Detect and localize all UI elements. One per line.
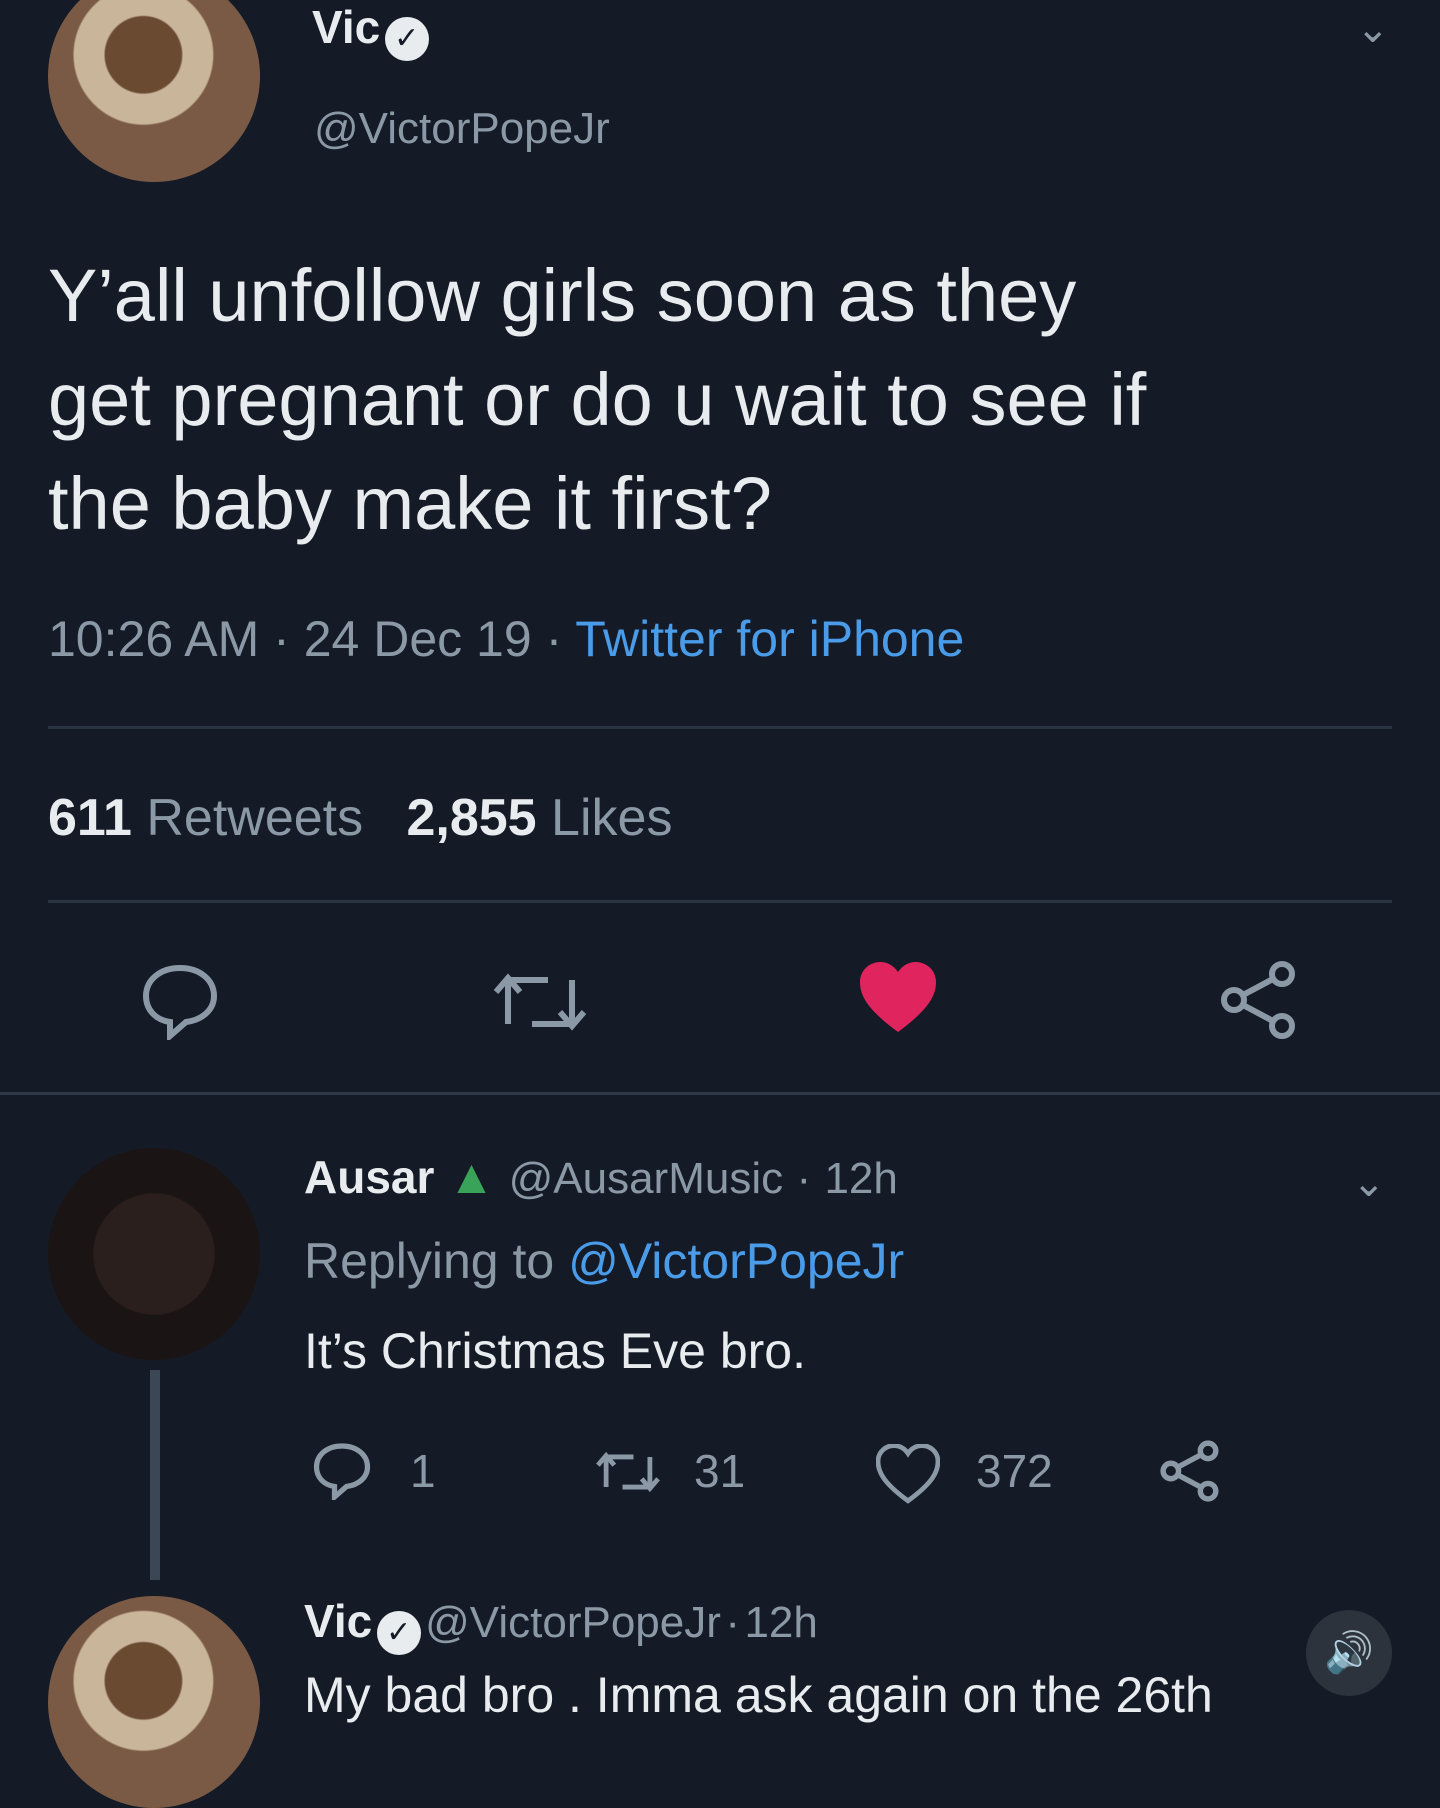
replying-to-label: Replying to bbox=[304, 1233, 555, 1289]
thread-line bbox=[150, 1370, 160, 1580]
separator-dot: · bbox=[273, 611, 290, 667]
reply-icon[interactable] bbox=[312, 1440, 372, 1500]
reply-text: It’s Christmas Eve bro. bbox=[304, 1323, 807, 1379]
author-avatar[interactable] bbox=[48, 0, 260, 182]
tweet-stats: 611 Retweets 2,855 Likes bbox=[48, 788, 672, 848]
divider bbox=[48, 726, 1392, 729]
heart-icon[interactable] bbox=[858, 960, 938, 1036]
chevron-down-icon[interactable]: ⌄ bbox=[1356, 6, 1390, 52]
like-count: 372 bbox=[976, 1445, 1053, 1497]
reply2-author-handle[interactable]: @VictorPopeJr bbox=[425, 1598, 721, 1647]
reply-author-name[interactable]: Ausar bbox=[304, 1151, 434, 1203]
separator-dot: · bbox=[725, 1598, 740, 1647]
likes-stat[interactable]: 2,855 Likes bbox=[406, 789, 672, 847]
reply2-age: 12h bbox=[744, 1598, 818, 1647]
retweets-stat[interactable]: 611 Retweets bbox=[48, 789, 363, 847]
reply-icon[interactable] bbox=[140, 960, 220, 1040]
reply-author-handle[interactable]: @AusarMusic bbox=[509, 1154, 784, 1203]
author-name[interactable]: Vic bbox=[312, 1, 380, 53]
tweet-time: 10:26 AM bbox=[48, 611, 260, 667]
volume-icon[interactable]: 🔊 bbox=[1306, 1610, 1392, 1696]
tweet-source-link[interactable]: Twitter for iPhone bbox=[575, 611, 964, 667]
reply2-author-avatar[interactable] bbox=[48, 1596, 260, 1808]
share-icon[interactable] bbox=[1160, 1440, 1222, 1502]
retweet-count: 31 bbox=[694, 1445, 746, 1497]
tree-icon: ▲ bbox=[447, 1151, 496, 1204]
share-icon[interactable] bbox=[1220, 960, 1300, 1040]
replying-to: Replying to @VictorPopeJr bbox=[304, 1232, 904, 1290]
author-handle[interactable]: @VictorPopeJr bbox=[314, 104, 610, 154]
separator-dot: · bbox=[796, 1154, 812, 1203]
verified-icon: ✓ bbox=[384, 16, 429, 61]
reply-header: Ausar ▲ @AusarMusic · 12h bbox=[304, 1150, 898, 1205]
reply2-header: Vic ✓ @VictorPopeJr · 12h bbox=[304, 1594, 818, 1655]
reply2-author-name[interactable]: Vic bbox=[304, 1595, 372, 1647]
separator-dot: · bbox=[545, 611, 563, 667]
reply-count: 1 bbox=[410, 1445, 436, 1497]
heart-icon[interactable] bbox=[876, 1444, 940, 1504]
retweet-icon[interactable] bbox=[490, 964, 590, 1040]
verified-icon: ✓ bbox=[376, 1610, 421, 1655]
tweet-text-line: get pregnant or do u wait to see if bbox=[48, 358, 1147, 441]
replying-to-handle[interactable]: @VictorPopeJr bbox=[568, 1233, 904, 1289]
tweet-text-line: Y’all unfollow girls soon as they bbox=[48, 254, 1077, 337]
divider bbox=[48, 900, 1392, 903]
reply-author-avatar[interactable] bbox=[48, 1148, 260, 1360]
tweet-meta: 10:26 AM · 24 Dec 19 · Twitter for iPhon… bbox=[48, 610, 964, 668]
chevron-down-icon[interactable]: ⌄ bbox=[1352, 1160, 1386, 1206]
tweet-text-line: the baby make it first? bbox=[48, 462, 772, 545]
tweet-text: Y’all unfollow girls soon as they get pr… bbox=[48, 244, 1408, 556]
reply-age: 12h bbox=[824, 1154, 898, 1203]
author-name-row: Vic ✓ bbox=[312, 0, 429, 61]
divider bbox=[0, 1092, 1440, 1095]
retweet-icon[interactable] bbox=[592, 1446, 664, 1498]
reply2-text: My bad bro . Imma ask again on the 26th bbox=[304, 1667, 1213, 1723]
tweet-date: 24 Dec 19 bbox=[303, 611, 532, 667]
